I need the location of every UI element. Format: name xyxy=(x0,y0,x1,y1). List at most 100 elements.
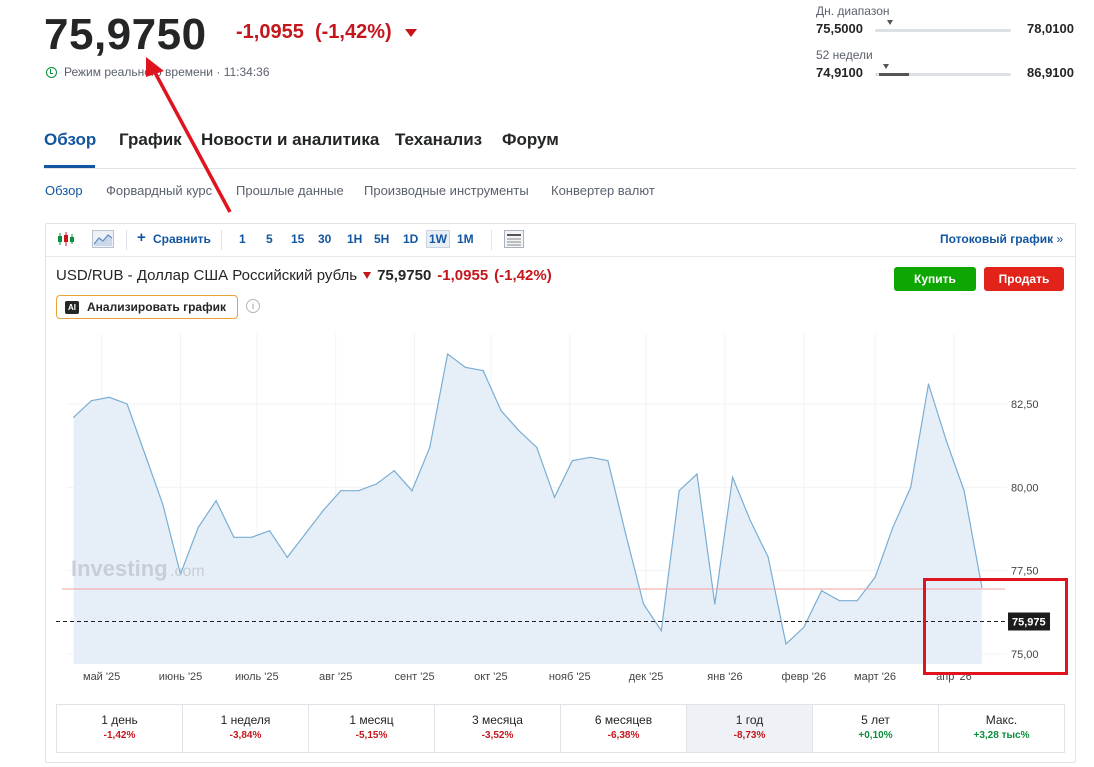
toolbar-divider xyxy=(126,230,127,250)
subnav-historical[interactable]: Прошлые данные xyxy=(236,183,344,198)
data-point xyxy=(304,533,306,535)
data-point xyxy=(144,453,146,455)
ai-icon: AI xyxy=(65,300,79,314)
tab-forum[interactable]: Форум xyxy=(502,130,559,150)
annotation-highlight-box xyxy=(923,578,1068,675)
data-point xyxy=(553,496,556,498)
x-tick-label: июль '25 xyxy=(235,671,279,683)
symbol-header: USD/RUB - Доллар США Российский рубль 75… xyxy=(56,267,552,284)
x-tick-label: авг '25 xyxy=(319,671,352,683)
subnav-overview[interactable]: Обзор xyxy=(45,183,83,198)
interval-1h[interactable]: 1H xyxy=(347,232,362,246)
price-chart[interactable]: Investing .com82,5080,0077,5075,0075,975м… xyxy=(46,334,1075,702)
info-icon[interactable]: i xyxy=(246,299,260,313)
period-value: -1,42% xyxy=(103,730,136,741)
data-point xyxy=(536,446,538,448)
period-6m[interactable]: 6 месяцев -6,38% xyxy=(561,705,687,752)
interval-1w[interactable]: 1W xyxy=(426,230,450,248)
data-point xyxy=(340,490,342,492)
day-range-marker-icon xyxy=(886,20,893,25)
week52-range-low: 74,9100 xyxy=(816,65,863,80)
tab-technical[interactable]: Теханализ xyxy=(395,130,482,150)
data-point xyxy=(464,366,467,368)
data-point xyxy=(126,403,128,405)
period-label: 1 месяц xyxy=(349,713,394,727)
week52-range-marker-icon xyxy=(882,64,889,69)
candlestick-icon[interactable] xyxy=(57,231,75,247)
interval-5h[interactable]: 5H xyxy=(374,232,389,246)
data-point xyxy=(910,486,912,488)
interval-1m[interactable]: 1M xyxy=(457,232,474,246)
chart-toolbar: + Сравнить 1 5 15 30 1H 5H 1D 1W 1M Пото… xyxy=(46,224,1075,257)
symbol-price: 75,9750 xyxy=(377,267,432,284)
week52-range-fill xyxy=(879,73,909,76)
period-max[interactable]: Макс. +3,28 тыс% xyxy=(939,705,1064,752)
period-value: +0,10% xyxy=(858,730,893,741)
data-point xyxy=(678,490,680,492)
table-view-icon[interactable] xyxy=(504,230,524,248)
sell-button[interactable]: Продать xyxy=(984,267,1064,291)
period-value: +3,28 тыс% xyxy=(973,730,1030,741)
period-5y[interactable]: 5 лет +0,10% xyxy=(813,705,939,752)
interval-5[interactable]: 5 xyxy=(266,232,273,246)
period-1w[interactable]: 1 неделя -3,84% xyxy=(183,705,309,752)
interval-30[interactable]: 30 xyxy=(318,232,331,246)
watermark-suffix: .com xyxy=(170,563,205,580)
data-point xyxy=(767,556,769,558)
toolbar-divider xyxy=(221,230,222,250)
data-point xyxy=(429,446,431,448)
day-range-bar xyxy=(875,29,1011,32)
data-point xyxy=(447,353,449,355)
interval-15[interactable]: 15 xyxy=(291,232,304,246)
data-point xyxy=(322,510,324,512)
data-point xyxy=(821,590,823,592)
data-point xyxy=(571,460,573,462)
x-tick-label: сент '25 xyxy=(394,671,434,683)
period-1y[interactable]: 1 год -8,73% xyxy=(687,705,813,752)
period-label: 3 месяца xyxy=(472,713,523,727)
period-label: Макс. xyxy=(985,713,1018,727)
interval-1[interactable]: 1 xyxy=(239,232,246,246)
period-1m[interactable]: 1 месяц -5,15% xyxy=(309,705,435,752)
data-point xyxy=(518,430,520,432)
data-point xyxy=(108,396,110,398)
week52-range-label: 52 недели xyxy=(816,48,873,62)
period-3m[interactable]: 3 месяца -3,52% xyxy=(435,705,561,752)
annotation-arrow xyxy=(146,57,232,213)
period-value: -3,52% xyxy=(481,730,514,741)
data-point xyxy=(251,536,253,538)
toolbar-divider xyxy=(491,230,492,250)
down-arrow-icon xyxy=(363,272,372,279)
plus-icon[interactable]: + xyxy=(137,229,146,246)
data-point xyxy=(607,460,609,462)
interval-1d[interactable]: 1D xyxy=(403,232,418,246)
data-point xyxy=(803,626,805,628)
period-1d[interactable]: 1 день -1,42% xyxy=(57,705,183,752)
y-tick-label: 82,50 xyxy=(1011,399,1039,411)
subnav-derivatives[interactable]: Производные инструменты xyxy=(364,183,529,198)
period-value: -5,15% xyxy=(355,730,388,741)
tab-overview[interactable]: Обзор xyxy=(44,130,96,150)
subnav-converter[interactable]: Конвертер валют xyxy=(551,183,655,198)
data-point xyxy=(838,600,841,602)
data-point xyxy=(589,456,591,458)
data-point xyxy=(357,490,360,492)
price-change: -1,0955 (-1,42%) xyxy=(236,21,418,44)
day-range-low: 75,5000 xyxy=(816,21,863,36)
streaming-chart-link[interactable]: Потоковый график » xyxy=(940,232,1063,246)
data-point xyxy=(749,520,751,522)
x-tick-label: июнь '25 xyxy=(159,671,203,683)
compare-button[interactable]: Сравнить xyxy=(153,232,211,246)
x-tick-label: дек '25 xyxy=(629,671,664,683)
data-point xyxy=(945,440,947,442)
data-point xyxy=(892,526,894,528)
buy-button[interactable]: Купить xyxy=(894,267,976,291)
analyze-chart-button[interactable]: AI Анализировать график xyxy=(56,295,238,319)
data-point xyxy=(660,630,662,632)
data-point xyxy=(963,490,965,492)
period-value: -6,38% xyxy=(607,730,640,741)
week52-range-high: 86,9100 xyxy=(1027,65,1074,80)
area-chart-icon[interactable] xyxy=(92,230,114,248)
data-point xyxy=(714,603,716,605)
data-point xyxy=(731,476,734,478)
